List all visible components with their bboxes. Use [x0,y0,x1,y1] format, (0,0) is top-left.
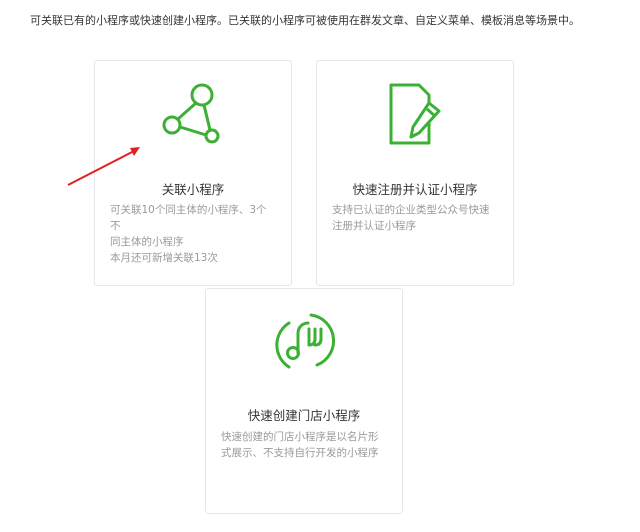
register-miniprogram-card[interactable]: 快速注册并认证小程序 支持已认证的企业类型公众号快速 注册并认证小程序 [316,60,514,286]
intro-text: 可关联已有的小程序或快速创建小程序。已关联的小程序可被使用在群发文章、自定义菜单… [30,14,580,27]
link-miniprogram-card[interactable]: 关联小程序 可关联10个同主体的小程序、3个不 同主体的小程序 本月还可新增关联… [94,60,292,286]
page: 可关联已有的小程序或快速创建小程序。已关联的小程序可被使用在群发文章、自定义菜单… [0,0,640,532]
document-pen-icon [389,83,441,145]
store-miniprogram-card[interactable]: 快速创建门店小程序 快速创建的门店小程序是以名片形 式展示、不支持自行开发的小程… [205,288,403,514]
desc-line: 式展示、不支持自行开发的小程序 [221,447,379,459]
card-title: 关联小程序 [161,182,225,197]
card-description: 支持已认证的企业类型公众号快速 注册并认证小程序 [332,202,498,234]
desc-line: 可关联10个同主体的小程序、3个不 [110,204,267,232]
card-title: 快速创建门店小程序 [247,408,361,423]
desc-line: 支持已认证的企业类型公众号快速 [332,204,490,216]
card-description: 快速创建的门店小程序是以名片形 式展示、不支持自行开发的小程序 [221,429,387,461]
desc-line: 本月还可新增关联13次 [110,252,218,264]
desc-line: 快速创建的门店小程序是以名片形 [221,431,379,443]
share-nodes-icon [162,83,220,144]
desc-line: 同主体的小程序 [110,236,184,248]
card-description: 可关联10个同主体的小程序、3个不 同主体的小程序 本月还可新增关联13次 [110,202,276,266]
desc-line: 注册并认证小程序 [332,220,416,232]
card-title: 快速注册并认证小程序 [352,182,478,197]
store-fork-icon [275,313,336,369]
